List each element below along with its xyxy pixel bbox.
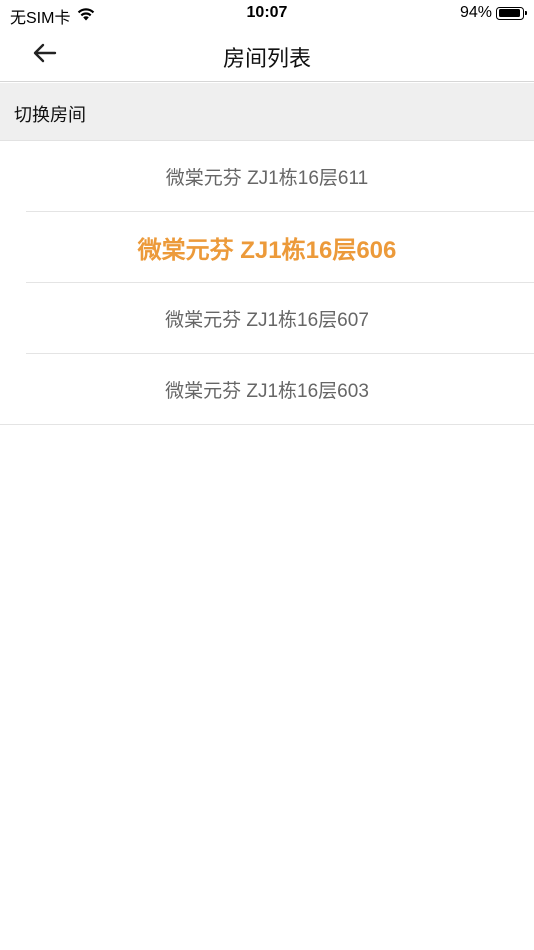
navigation-bar: 房间列表: [0, 28, 534, 82]
status-right: 94%: [459, 4, 527, 22]
room-item[interactable]: 微棠元芬 ZJ1栋16层611: [0, 141, 534, 212]
page-title: 房间列表: [222, 46, 311, 71]
status-time: 10:07: [246, 4, 288, 21]
room-list: 微棠元芬 ZJ1栋16层611 微棠元芬 ZJ1栋16层606 微棠元芬 ZJ1…: [0, 141, 534, 425]
room-item[interactable]: 微棠元芬 ZJ1栋16层607: [0, 283, 534, 354]
battery-percent: 94%: [459, 4, 492, 21]
section-title: 切换房间: [14, 105, 86, 125]
room-item-label: 微棠元芬 ZJ1栋16层607: [165, 310, 369, 331]
section-header: 切换房间: [0, 83, 534, 141]
room-item-label: 微棠元芬 ZJ1栋16层603: [165, 381, 369, 402]
room-item[interactable]: 微棠元芬 ZJ1栋16层606: [0, 212, 534, 283]
status-bar: 无SIM卡 10:07 94%: [0, 0, 534, 28]
room-item-label: 微棠元芬 ZJ1栋16层606: [137, 237, 397, 264]
room-item[interactable]: 微棠元芬 ZJ1栋16层603: [0, 354, 534, 425]
room-item-label: 微棠元芬 ZJ1栋16层611: [165, 168, 369, 189]
battery-icon: [496, 6, 527, 20]
